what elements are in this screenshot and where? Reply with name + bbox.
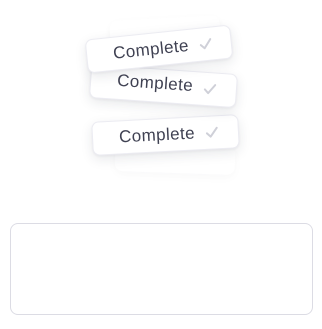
complete-label: Complete	[118, 123, 196, 147]
complete-label: Complete	[112, 35, 190, 63]
check-icon	[202, 82, 217, 97]
stage: Complete Complete Complete	[0, 0, 322, 329]
empty-panel	[10, 223, 313, 315]
check-icon	[198, 36, 213, 51]
complete-badge[interactable]: Complete	[84, 24, 234, 74]
complete-label: Complete	[116, 70, 194, 96]
check-icon	[205, 125, 220, 140]
